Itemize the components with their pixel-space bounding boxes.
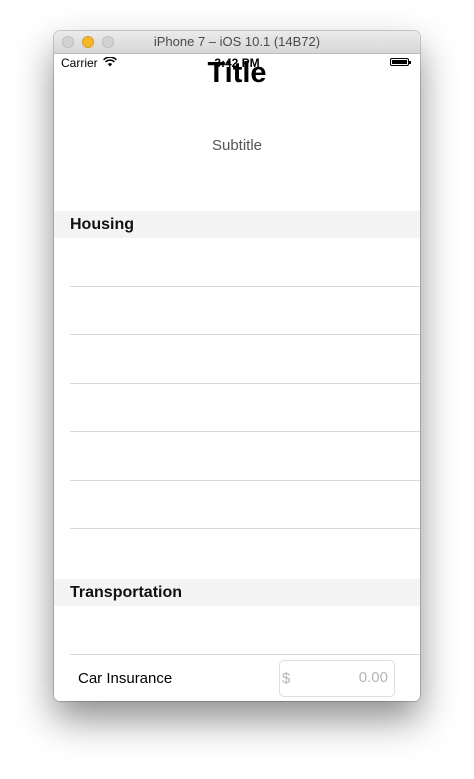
table-row[interactable] xyxy=(54,481,420,529)
amount-placeholder: 0.00 xyxy=(358,669,388,686)
section-header-housing: Housing xyxy=(54,211,420,238)
table-row: Car Insurance $ 0.00 xyxy=(54,655,420,701)
section-title: Transportation xyxy=(70,584,183,601)
table-row[interactable] xyxy=(54,432,420,480)
section-title: Housing xyxy=(70,216,134,233)
page-title: Title xyxy=(207,57,267,89)
section-header-transportation: Transportation xyxy=(54,579,420,606)
table-row[interactable] xyxy=(54,529,420,579)
car-insurance-amount-input[interactable]: $ 0.00 xyxy=(279,660,395,697)
currency-symbol: $ xyxy=(282,670,291,687)
table-row[interactable] xyxy=(54,384,420,432)
table-row[interactable] xyxy=(54,606,420,654)
simulator-window: iPhone 7 – iOS 10.1 (14B72) Carrier 3:42… xyxy=(54,31,420,701)
table-row[interactable] xyxy=(54,238,420,286)
window-title: iPhone 7 – iOS 10.1 (14B72) xyxy=(153,34,321,49)
window-titlebar: iPhone 7 – iOS 10.1 (14B72) xyxy=(54,31,420,54)
table-row[interactable] xyxy=(54,287,420,335)
car-insurance-label: Car Insurance xyxy=(78,670,173,687)
table-row[interactable] xyxy=(54,335,420,383)
device-screen: Carrier 3:42 PM Title Subtitle Housing T… xyxy=(54,54,420,701)
page-subtitle: Subtitle xyxy=(211,137,263,154)
